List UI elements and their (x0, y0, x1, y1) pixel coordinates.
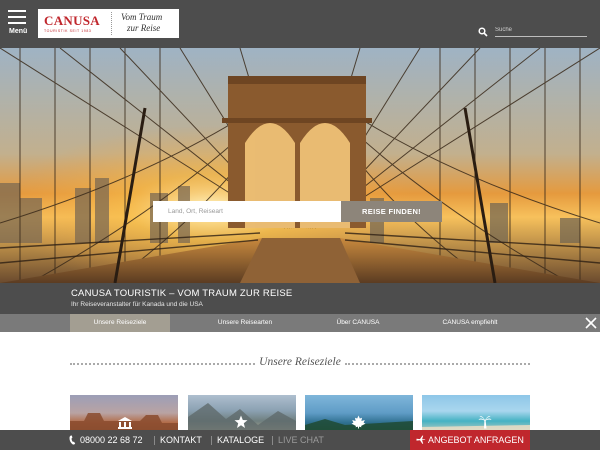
close-icon[interactable] (583, 315, 599, 331)
bottom-bar-separator (272, 436, 273, 445)
logo-tagline-line2: zur Reise (127, 23, 161, 33)
phone-number-link[interactable]: 08000 22 68 72 (80, 430, 143, 450)
page-title: CANUSA TOURISTIK – VOM TRAUM ZUR REISE (71, 288, 293, 299)
section-divider-right (345, 363, 530, 365)
hero-search: REISE FINDEN! (153, 201, 442, 222)
phone-icon (69, 435, 76, 445)
header: Menü CANUSA TOURISTIK SEIT 1983 Vom Trau… (0, 0, 600, 48)
live-chat-link[interactable]: LIVE CHAT (278, 430, 324, 450)
page: Menü CANUSA TOURISTIK SEIT 1983 Vom Trau… (0, 0, 600, 450)
destination-card-hawaii[interactable] (422, 395, 530, 435)
hero-banner: REISE FINDEN! (0, 48, 600, 283)
destination-card-usa[interactable] (70, 395, 178, 435)
section-title: Unsere Reiseziele (259, 356, 341, 368)
search-input[interactable] (495, 24, 587, 37)
title-band: CANUSA TOURISTIK – VOM TRAUM ZUR REISE I… (0, 283, 600, 314)
contact-link[interactable]: KONTAKT (160, 430, 202, 450)
destination-search-input[interactable] (153, 201, 341, 222)
tab-recommends[interactable]: CANUSA empfiehlt (420, 314, 520, 332)
bottom-bar-separator (211, 436, 212, 445)
menu-label[interactable]: Menü (9, 28, 27, 35)
logo[interactable]: CANUSA TOURISTIK SEIT 1983 Vom Traum zur… (38, 9, 179, 38)
hamburger-icon-bar (8, 22, 26, 24)
bottom-bar: 08000 22 68 72 KONTAKT KATALOGE LIVE CHA… (0, 430, 600, 450)
bottom-bar-separator (154, 436, 155, 445)
destination-card-canada-west[interactable] (188, 395, 296, 435)
header-search (476, 24, 588, 38)
destination-card-canada-east[interactable] (305, 395, 413, 435)
tab-about[interactable]: Über CANUSA (308, 314, 408, 332)
request-offer-label: ANGEBOT ANFRAGEN (428, 435, 524, 445)
card-image (422, 425, 530, 435)
request-offer-button[interactable]: ANGEBOT ANFRAGEN (410, 430, 530, 450)
hero-image-bridge (0, 48, 600, 283)
hamburger-icon-bar (8, 16, 26, 18)
logo-divider (111, 12, 112, 35)
maple-leaf-icon (351, 415, 366, 429)
palm-tree-icon (478, 416, 492, 429)
find-trip-button[interactable]: REISE FINDEN! (341, 201, 442, 222)
tab-travel-types[interactable]: Unsere Reisearten (195, 314, 295, 332)
page-subtitle: Ihr Reiseveranstalter für Kanada und die… (71, 301, 203, 308)
star-icon (234, 415, 248, 428)
catalogs-link[interactable]: KATALOGE (217, 430, 264, 450)
logo-tagline-line1: Vom Traum (121, 12, 163, 22)
airplane-icon (416, 435, 426, 444)
landmark-icon (118, 417, 132, 429)
logo-brand: CANUSA (44, 13, 100, 28)
tab-destinations[interactable]: Unsere Reiseziele (70, 314, 170, 332)
tab-bar: Unsere Reiseziele Unsere Reisearten Über… (0, 314, 600, 332)
hamburger-icon (8, 10, 26, 12)
search-icon[interactable] (478, 27, 488, 37)
logo-subline: TOURISTIK SEIT 1983 (44, 29, 92, 33)
